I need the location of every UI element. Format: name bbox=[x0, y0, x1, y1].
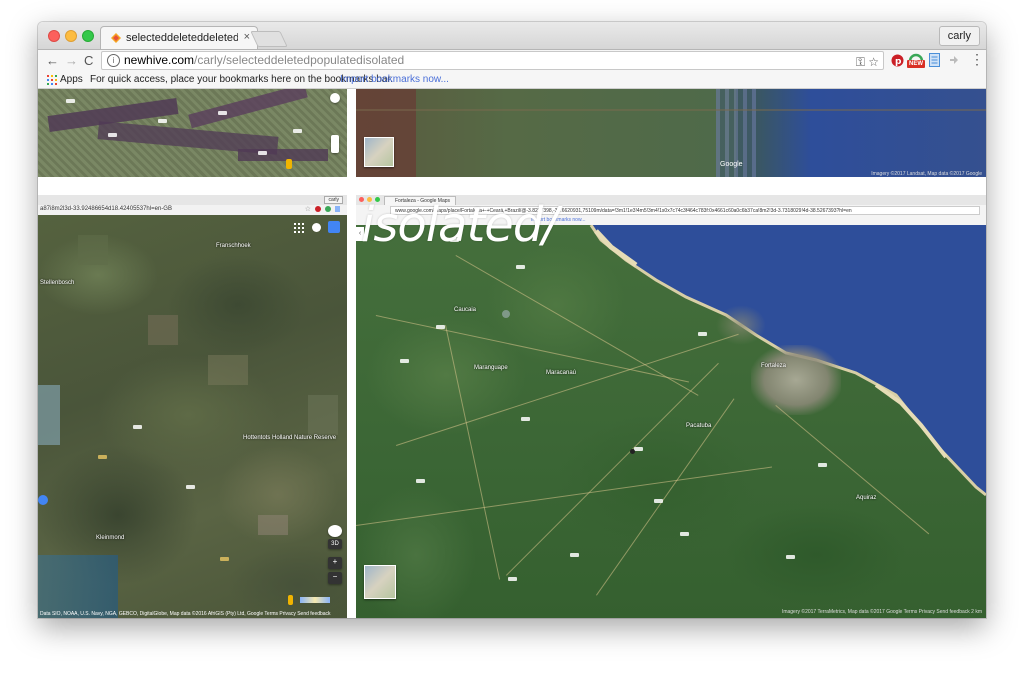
google-logo: Google bbox=[720, 161, 743, 168]
left-mini-ext-icon[interactable] bbox=[325, 206, 331, 212]
left-coast bbox=[38, 385, 60, 445]
left-mini-pinterest-icon[interactable] bbox=[315, 206, 321, 212]
reload-button[interactable]: C bbox=[84, 53, 93, 68]
location-pin-icon bbox=[38, 495, 48, 505]
back-button[interactable]: ← bbox=[46, 53, 59, 68]
url-host: newhive.com bbox=[124, 53, 195, 67]
left-attribution: Data SIO, NOAA, U.S. Navy, NGA, GEBCO, D… bbox=[40, 611, 331, 617]
key-icon[interactable]: ⚿ bbox=[856, 55, 865, 69]
zoom-control[interactable] bbox=[331, 135, 339, 153]
right-map-panel: Fortaleza - Google Maps www.google.com/m… bbox=[356, 195, 986, 618]
close-window-button[interactable] bbox=[48, 30, 60, 42]
extension-icon[interactable] bbox=[948, 54, 960, 66]
new-badge-icon[interactable]: NEW bbox=[907, 52, 925, 70]
tab-strip: selecteddeleteddeletedpopulatedisolated … bbox=[38, 22, 986, 50]
newhive-favicon-icon bbox=[111, 33, 121, 43]
overlay-title: isolated/ bbox=[361, 197, 558, 253]
left-place-label: Stellenbosch bbox=[40, 280, 75, 286]
new-badge-text: NEW bbox=[907, 60, 925, 68]
left-pegman-icon[interactable] bbox=[288, 595, 293, 605]
tab-close-icon[interactable]: × bbox=[244, 31, 250, 43]
profile-button[interactable]: carly bbox=[938, 26, 980, 46]
left-3d-button[interactable]: 3D bbox=[328, 539, 342, 549]
star-icon[interactable]: ☆ bbox=[868, 55, 879, 69]
address-bar[interactable]: i newhive.com/carly/selecteddeletedpopul… bbox=[101, 51, 884, 70]
browser-window: selecteddeleteddeletedpopulatedisolated … bbox=[38, 22, 986, 618]
left-zoom-in-button[interactable]: + bbox=[328, 557, 342, 569]
left-place-label: Kleinmond bbox=[96, 535, 125, 541]
compass-icon[interactable] bbox=[330, 93, 340, 103]
left-mini-url[interactable]: a87i8m2l3d-33.92486654d18.42405537hl=en-… bbox=[40, 206, 172, 212]
left-mini-star-icon[interactable]: ☆ bbox=[305, 205, 311, 213]
left-mini-doc-icon[interactable] bbox=[335, 206, 340, 212]
fortaleza-city bbox=[751, 345, 841, 415]
right-attribution: Imagery ©2017 TerraMetrics, Map data ©20… bbox=[781, 609, 982, 615]
menu-icon[interactable]: ⋮ bbox=[970, 52, 984, 66]
pinterest-icon[interactable]: p bbox=[891, 54, 904, 67]
account-icon[interactable] bbox=[312, 223, 321, 232]
left-mini-profile[interactable]: carly bbox=[324, 196, 343, 204]
left-zoom-out-button[interactable]: − bbox=[328, 572, 342, 584]
bookmarks-bar: Apps For quick access, place your bookma… bbox=[38, 72, 986, 89]
svg-text:p: p bbox=[895, 57, 902, 67]
right-satellite-thumbnail[interactable] bbox=[364, 565, 396, 599]
doc-icon[interactable] bbox=[929, 53, 940, 67]
page-content: Google Imagery ©2017 Landsat, Map data ©… bbox=[38, 89, 986, 618]
right-place-label: Pacatuba bbox=[686, 423, 712, 429]
right-ocean bbox=[589, 225, 986, 497]
top-left-map bbox=[38, 89, 347, 177]
right-place-label: Maranguape bbox=[474, 365, 508, 371]
minimize-window-button[interactable] bbox=[65, 30, 77, 42]
toolbar: ← → C i newhive.com/carly/selecteddelete… bbox=[38, 50, 986, 72]
apps-grid-icon[interactable] bbox=[294, 223, 304, 233]
right-place-label: Maracanaú bbox=[546, 370, 577, 376]
right-place-label: Aquiraz bbox=[856, 495, 877, 501]
tab-title: selecteddeleteddeletedpopulatedisolated bbox=[126, 32, 238, 44]
satellite-thumbnail[interactable] bbox=[364, 137, 394, 167]
right-place-label: Caucaia bbox=[454, 307, 477, 313]
tab-active[interactable]: selecteddeleteddeletedpopulatedisolated … bbox=[100, 26, 258, 49]
url-path: /carly/selecteddeletedpopulatedisolated bbox=[194, 53, 405, 67]
maximize-window-button[interactable] bbox=[82, 30, 94, 42]
left-bay bbox=[38, 555, 118, 618]
new-tab-button[interactable] bbox=[250, 31, 288, 47]
info-icon[interactable]: i bbox=[107, 54, 120, 67]
forward-button[interactable]: → bbox=[65, 53, 78, 68]
left-place-label: Franschhoek bbox=[216, 243, 251, 249]
import-bookmarks-link[interactable]: Import bookmarks now... bbox=[340, 72, 449, 88]
left-place-label: Hottentots Holland Nature Reserve bbox=[243, 435, 337, 441]
left-layer-thumbs[interactable] bbox=[300, 597, 330, 603]
url-text: newhive.com/carly/selecteddeletedpopulat… bbox=[124, 52, 404, 69]
left-compass-icon[interactable] bbox=[328, 525, 342, 537]
apps-label[interactable]: Apps bbox=[60, 72, 83, 88]
apps-icon[interactable] bbox=[47, 75, 57, 85]
pegman-icon[interactable] bbox=[286, 159, 292, 169]
top-right-map: Google Imagery ©2017 Landsat, Map data ©… bbox=[356, 89, 986, 177]
notification-icon[interactable] bbox=[328, 221, 340, 233]
right-place-label: Fortaleza bbox=[761, 363, 787, 369]
left-map-panel: carly a87i8m2l3d-33.92486654d18.42405537… bbox=[38, 195, 347, 618]
top-right-attribution: Imagery ©2017 Landsat, Map data ©2017 Go… bbox=[871, 171, 982, 177]
